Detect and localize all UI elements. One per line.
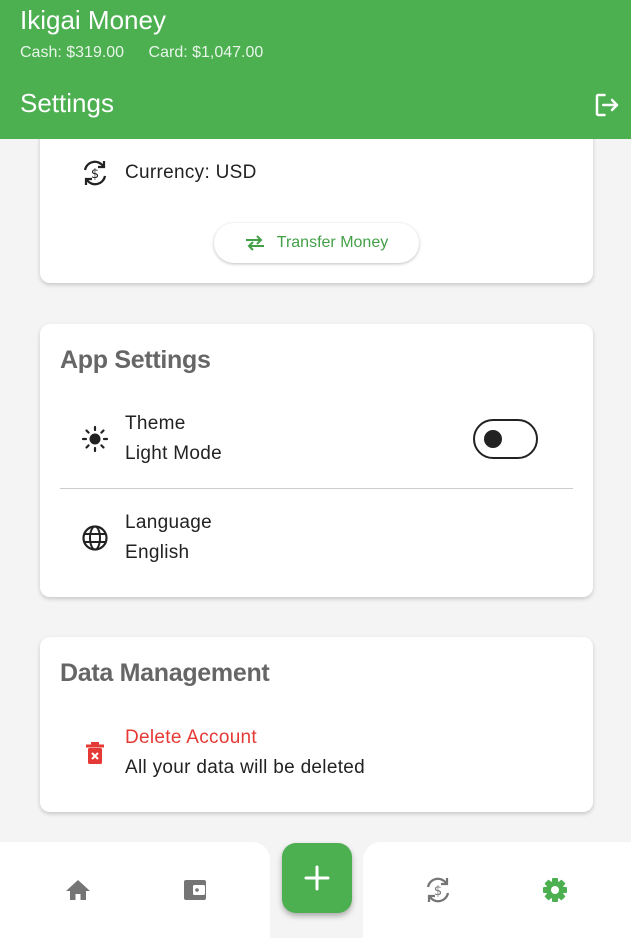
add-transaction-button[interactable]	[282, 843, 352, 913]
nav-exchange[interactable]: $	[423, 875, 453, 905]
theme-value: Light Mode	[125, 443, 223, 464]
svg-text:$: $	[91, 167, 99, 182]
theme-toggle[interactable]	[473, 419, 538, 459]
toggle-knob	[484, 430, 502, 448]
globe-icon	[80, 523, 110, 553]
plus-icon	[304, 865, 330, 891]
currency-label: Currency: USD	[125, 162, 257, 183]
gear-icon	[543, 878, 567, 902]
nav-wallet[interactable]	[180, 875, 210, 905]
svg-text:$: $	[434, 884, 442, 899]
app-title: Ikigai Money	[20, 5, 166, 35]
data-management-title: Data Management	[60, 659, 270, 687]
home-icon	[66, 880, 90, 900]
nav-settings[interactable]	[540, 875, 570, 905]
app-settings-title: App Settings	[60, 346, 211, 374]
nav-left-panel	[0, 842, 270, 938]
logout-icon	[595, 93, 619, 117]
sun-icon	[80, 424, 110, 454]
language-label[interactable]: Language	[125, 508, 212, 538]
balance-summary: Cash: $319.00 Card: $1,047.00	[20, 44, 283, 62]
delete-account-label[interactable]: Delete Account	[125, 723, 257, 753]
data-management-card: Data Management Delete Account All your …	[40, 637, 593, 812]
theme-label: Theme	[125, 413, 186, 434]
currency-exchange-icon: $	[80, 158, 110, 188]
cash-balance: Cash: $319.00	[20, 44, 125, 61]
language-value[interactable]: English	[125, 538, 189, 568]
wallet-icon	[184, 880, 206, 900]
currency-exchange-icon: $	[426, 877, 450, 903]
transfer-money-label: Transfer Money	[276, 234, 389, 251]
divider	[60, 488, 573, 489]
swap-arrows-icon	[245, 235, 264, 251]
transfer-money-button[interactable]: Transfer Money	[214, 223, 419, 263]
delete-account-subtitle: All your data will be deleted	[125, 757, 366, 778]
logout-button[interactable]	[592, 90, 622, 120]
card-balance: Card: $1,047.00	[148, 44, 264, 61]
app-settings-card: App Settings Theme Light Mode Language E…	[40, 324, 593, 597]
page-title: Settings	[20, 88, 114, 118]
app-bar: Ikigai Money Cash: $319.00 Card: $1,047.…	[0, 0, 631, 139]
delete-icon[interactable]	[80, 738, 110, 768]
nav-home[interactable]	[63, 875, 93, 905]
nav-right-panel: $	[363, 842, 631, 938]
